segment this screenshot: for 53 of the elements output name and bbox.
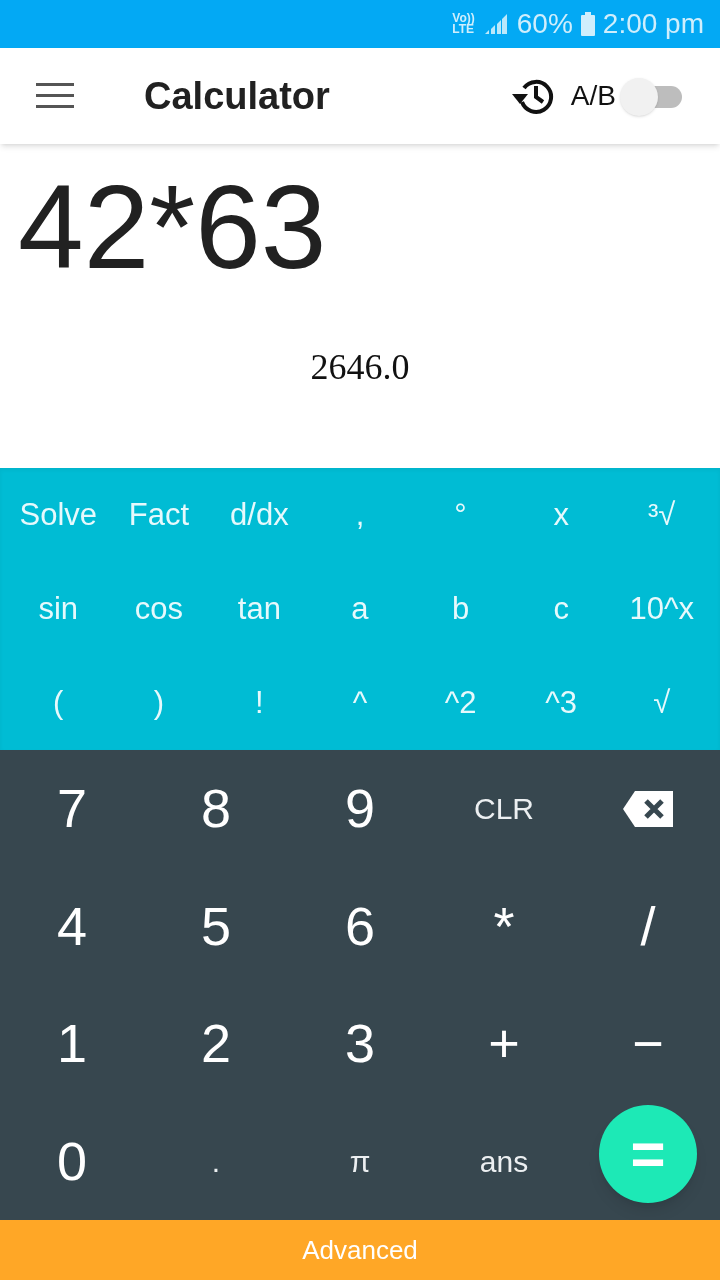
result-text: 2646.0 <box>309 346 411 389</box>
function-key[interactable]: ^2 <box>410 679 511 727</box>
function-key[interactable]: , <box>309 491 411 539</box>
network-label: Vo)) LTE <box>452 13 475 35</box>
toggle-label: A/B <box>570 79 616 113</box>
backspace-icon <box>623 790 673 827</box>
keypad-key[interactable]: * <box>432 885 576 967</box>
keypad-key[interactable]: / <box>576 885 720 967</box>
menu-button[interactable] <box>36 81 76 111</box>
keypad-key[interactable]: CLR <box>432 786 576 832</box>
function-key[interactable]: ° <box>410 491 511 539</box>
keypad-key[interactable]: 7 <box>0 768 144 850</box>
keypad-key[interactable]: 3 <box>288 1003 432 1085</box>
equals-button[interactable]: = <box>599 1105 697 1204</box>
keypad-key[interactable]: 5 <box>144 885 288 967</box>
keypad-key[interactable]: ans <box>432 1138 576 1184</box>
keypad-key[interactable]: − <box>576 1003 720 1085</box>
battery-icon <box>580 12 595 36</box>
function-key[interactable]: ) <box>108 679 210 727</box>
function-key[interactable]: ^ <box>309 679 411 727</box>
advanced-button[interactable]: Advanced <box>0 1220 720 1280</box>
function-key[interactable]: Solve <box>8 491 109 539</box>
keypad-key[interactable]: 4 <box>0 885 144 967</box>
function-key[interactable]: a <box>309 585 411 633</box>
ab-toggle[interactable] <box>620 76 684 116</box>
keypad-key[interactable]: + <box>432 1003 576 1085</box>
function-key[interactable]: x <box>510 491 612 539</box>
keypad-key[interactable]: π <box>288 1138 432 1184</box>
keypad-key[interactable]: 1 <box>0 1003 144 1085</box>
function-key[interactable]: cos <box>108 585 210 633</box>
function-key[interactable]: d/dx <box>209 491 310 539</box>
keypad-key[interactable]: 8 <box>144 768 288 850</box>
expression-text: 42*63 <box>17 162 328 292</box>
function-key[interactable]: Fact <box>108 491 210 539</box>
function-key[interactable]: ! <box>209 679 310 727</box>
function-key[interactable]: ( <box>8 679 109 727</box>
function-key[interactable]: ^3 <box>510 679 612 727</box>
function-key[interactable]: tan <box>209 585 310 633</box>
function-key[interactable]: ³√ <box>611 491 712 539</box>
function-key[interactable]: √ <box>611 679 712 727</box>
keypad-key[interactable]: 0 <box>0 1120 144 1202</box>
keypad-key[interactable]: . <box>144 1138 288 1184</box>
function-key[interactable]: 10^x <box>611 585 712 633</box>
function-key[interactable]: b <box>410 585 511 633</box>
keypad-key[interactable]: 9 <box>288 768 432 850</box>
status-time: 2:00 pm <box>602 7 704 41</box>
keypad-key[interactable]: 2 <box>144 1003 288 1085</box>
app-title: Calculator <box>144 73 331 119</box>
function-key[interactable]: sin <box>8 585 109 633</box>
menu-icon <box>36 82 74 110</box>
keypad-key[interactable]: 6 <box>288 885 432 967</box>
battery-percent: 60% <box>516 7 573 41</box>
function-key[interactable]: c <box>510 585 612 633</box>
